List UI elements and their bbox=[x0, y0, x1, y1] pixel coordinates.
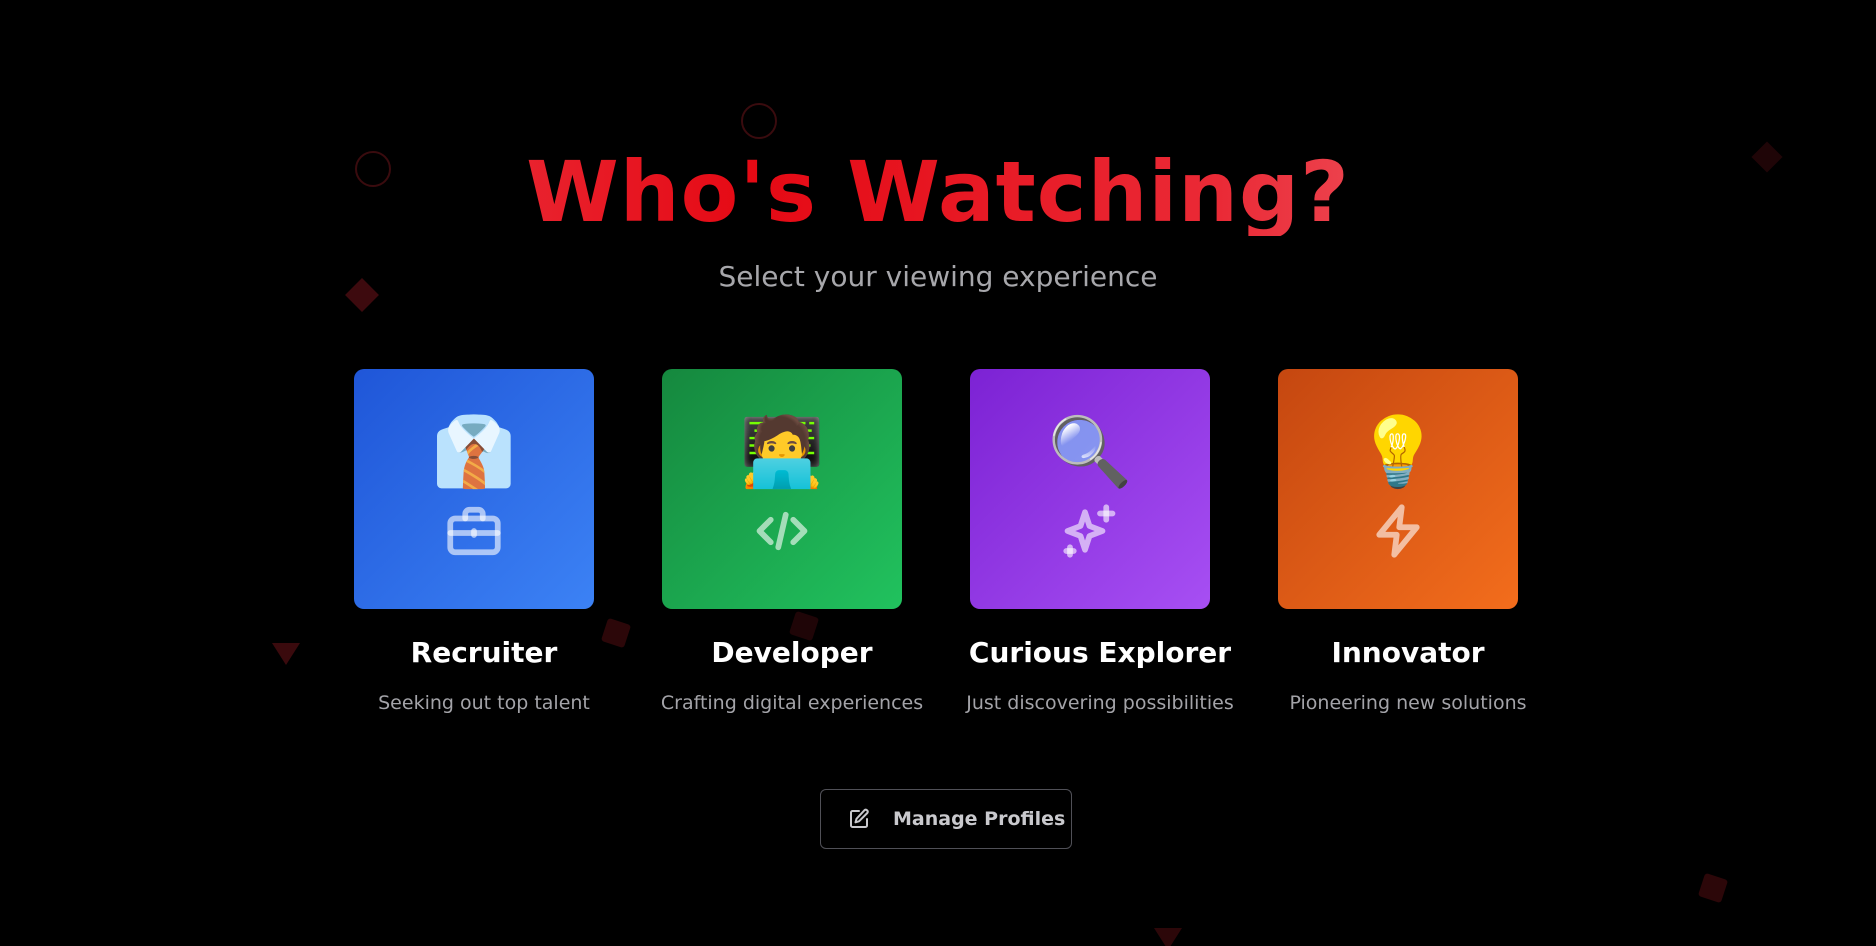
profile-card-curious-explorer[interactable]: 🔍 bbox=[970, 369, 1210, 609]
decorative-ring bbox=[741, 103, 777, 139]
profile-description-developer: Crafting digital experiences bbox=[660, 692, 924, 714]
technologist-emoji-icon: 🧑‍💻 bbox=[739, 413, 825, 492]
profile-card-innovator[interactable]: 💡 bbox=[1278, 369, 1518, 609]
magnifying-glass-emoji-icon: 🔍 bbox=[1047, 413, 1133, 492]
decorative-triangle bbox=[1154, 928, 1182, 946]
profile-name-curious-explorer[interactable]: Curious Explorer bbox=[946, 636, 1254, 669]
profile-card-developer[interactable]: 🧑‍💻 bbox=[662, 369, 902, 609]
shirt-tie-emoji-icon: 👔 bbox=[431, 413, 517, 492]
profile-name-innovator[interactable]: Innovator bbox=[1254, 636, 1562, 669]
manage-profiles-button[interactable]: Manage Profiles bbox=[820, 789, 1072, 849]
profile-description-curious-explorer: Just discovering possibilities bbox=[966, 692, 1234, 714]
edit-icon bbox=[850, 808, 869, 828]
profile-card-recruiter[interactable]: 👔 bbox=[354, 369, 594, 609]
zap-icon bbox=[1376, 504, 1420, 558]
profile-name-developer[interactable]: Developer bbox=[638, 636, 946, 669]
profile-description-recruiter: Seeking out top talent bbox=[378, 692, 590, 714]
manage-profiles-label: Manage Profiles bbox=[893, 808, 1066, 830]
code-icon bbox=[756, 511, 808, 551]
briefcase-icon bbox=[447, 506, 501, 556]
sparkles-icon bbox=[1063, 504, 1116, 558]
decorative-square bbox=[1697, 872, 1729, 904]
decorative-triangle bbox=[272, 643, 300, 665]
profile-description-innovator: Pioneering new solutions bbox=[1289, 692, 1527, 714]
page-subtitle: Select your viewing experience bbox=[718, 260, 1158, 293]
page-title: Who's Watching? bbox=[0, 140, 1876, 236]
profile-name-recruiter[interactable]: Recruiter bbox=[330, 636, 638, 669]
light-bulb-emoji-icon: 💡 bbox=[1355, 413, 1441, 492]
